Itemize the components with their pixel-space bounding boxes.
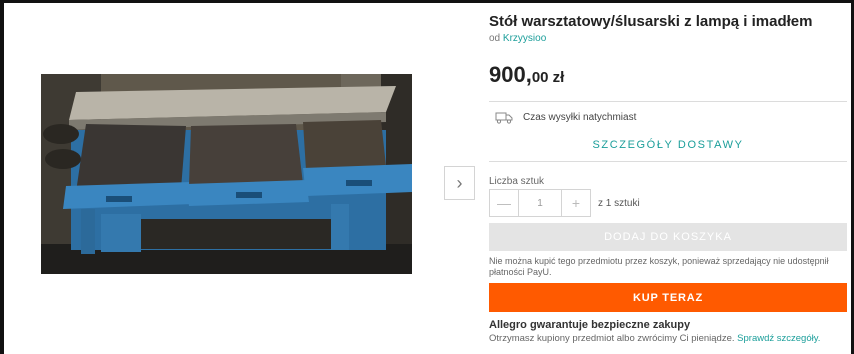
price-rest: 00 zł [531,69,565,86]
buy-now-button[interactable]: KUP TERAZ [489,283,847,312]
quantity-available: z 1 sztuki [598,198,640,209]
guarantee-description: Otrzymasz kupiony przedmiot albo zwrócim… [489,333,735,344]
shipping-time-label: Czas wysyłki natychmiast [523,112,637,123]
quantity-plus-button[interactable]: + [562,190,590,216]
chevron-right-icon: › [456,172,463,193]
truck-icon [495,112,513,124]
cart-unavailable-note: Nie można kupić tego przedmiotu przez ko… [489,256,829,277]
product-price: 900,00 zł [489,62,564,88]
product-photo[interactable] [41,74,412,274]
seller-link[interactable]: Krzyysioo [503,33,546,44]
guarantee-text: Otrzymasz kupiony przedmiot albo zwrócim… [489,333,820,344]
seller-prefix: od [489,33,501,44]
price-main: 900, [489,62,532,87]
shipping-time: Czas wysyłki natychmiast [495,111,636,124]
shipping-details-link[interactable]: SZCZEGÓŁY DOSTAWY [489,139,847,151]
seller-line: od Krzyysioo [489,33,546,44]
product-title: Stół warsztatowy/ślusarski z lampą i ima… [489,13,813,30]
quantity-label: Liczba sztuk [489,176,545,187]
frame-top-border [0,0,854,3]
guarantee-details-link[interactable]: Sprawdź szczegóły. [737,333,820,344]
divider [489,161,847,162]
quantity-input[interactable]: 1 [518,190,562,216]
gallery-next-button[interactable]: › [444,166,475,200]
quantity-stepper: — 1 + [489,189,591,217]
quantity-minus-button[interactable]: — [490,190,518,216]
divider [489,101,847,102]
guarantee-title: Allegro gwarantuje bezpieczne zakupy [489,319,691,331]
frame-left-border [0,0,4,354]
add-to-cart-button[interactable]: DODAJ DO KOSZYKA [489,223,847,251]
workbench-image [41,74,412,274]
